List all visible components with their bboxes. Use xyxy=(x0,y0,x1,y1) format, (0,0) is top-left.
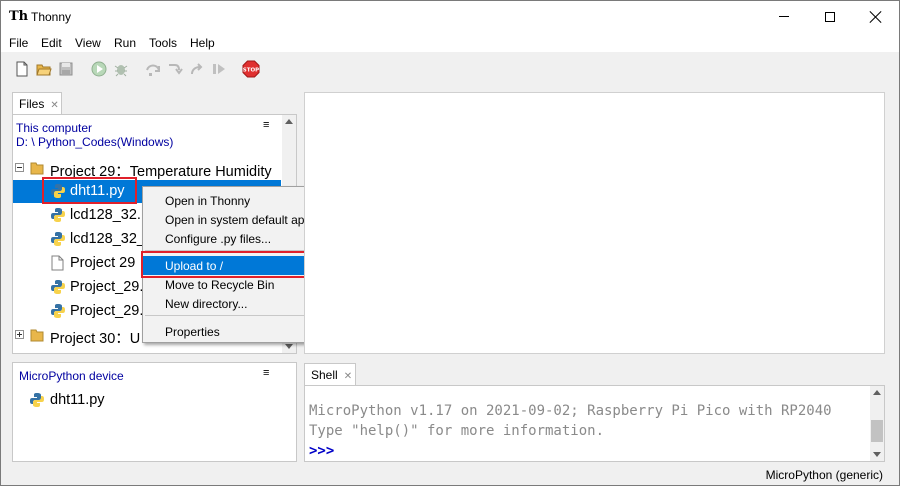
ctx-open-system-default[interactable]: Open in system default app xyxy=(143,210,329,229)
menu-run[interactable]: Run xyxy=(114,36,136,50)
menu-edit[interactable]: Edit xyxy=(41,36,62,50)
thonny-app-icon: Th xyxy=(9,9,29,24)
document-icon xyxy=(51,255,64,271)
menu-bar: File Edit View Run Tools Help xyxy=(1,32,899,52)
menu-help[interactable]: Help xyxy=(190,36,215,50)
scroll-up-icon[interactable] xyxy=(873,390,881,395)
python-file-icon xyxy=(51,208,65,222)
device-file-dht11[interactable]: dht11.py xyxy=(13,389,273,412)
tab-files-label: Files xyxy=(19,97,45,111)
collapse-icon[interactable] xyxy=(15,163,24,172)
tree-item-label: lcd128_32. xyxy=(70,207,141,223)
shell-scrollbar[interactable] xyxy=(870,386,884,461)
tab-files[interactable]: Files ✕ xyxy=(12,92,62,114)
tab-close-icon[interactable]: ✕ xyxy=(50,100,58,111)
expand-icon[interactable] xyxy=(15,330,24,339)
status-bar: MicroPython (generic) xyxy=(1,464,899,485)
python-file-icon xyxy=(51,232,65,246)
shell-output-line: Type "help()" for more information. xyxy=(309,423,605,439)
scroll-thumb[interactable] xyxy=(871,420,883,442)
run-icon[interactable] xyxy=(91,61,107,77)
tab-shell-label: Shell xyxy=(311,368,338,382)
python-file-icon xyxy=(51,280,65,294)
thonny-window: Th Thonny File Edit View Run Tools Help xyxy=(0,0,900,486)
minimize-icon xyxy=(779,16,789,17)
device-file-label: dht11.py xyxy=(50,392,105,408)
menu-tools[interactable]: Tools xyxy=(149,36,177,50)
location-label: This computer xyxy=(16,121,93,135)
open-folder-icon[interactable] xyxy=(36,61,52,77)
resume-icon[interactable] xyxy=(211,61,227,77)
ctx-separator xyxy=(145,315,327,316)
tree-item-label: Project 29 xyxy=(70,255,136,271)
toolbar: STOP xyxy=(1,52,899,86)
code-editor[interactable] xyxy=(304,92,885,354)
close-button[interactable] xyxy=(853,1,899,32)
tab-shell[interactable]: Shell ✕ xyxy=(304,363,356,385)
shell-output-line: MicroPython v1.17 on 2021-09-02; Raspber… xyxy=(309,403,832,419)
minimize-button[interactable] xyxy=(761,1,807,32)
interpreter-status[interactable]: MicroPython (generic) xyxy=(766,468,883,482)
python-file-icon xyxy=(30,393,44,407)
scroll-down-button[interactable] xyxy=(870,448,884,461)
step-out-icon[interactable] xyxy=(189,61,205,77)
tree-item-label: Project_29. xyxy=(70,279,144,295)
maximize-button[interactable] xyxy=(807,1,853,32)
tab-close-icon[interactable]: ✕ xyxy=(344,371,352,382)
tree-item-label: Project 30：U xyxy=(50,331,141,347)
scroll-down-icon xyxy=(285,344,293,349)
maximize-icon xyxy=(825,11,835,22)
device-pane-title: MicroPython device xyxy=(19,369,124,383)
window-title: Thonny xyxy=(31,10,72,24)
current-path[interactable]: D: \ Python_Codes(Windows) xyxy=(16,135,173,149)
scroll-up-icon[interactable] xyxy=(285,119,293,124)
micropython-device-pane: MicroPython device ≡ dht11.py xyxy=(12,362,297,462)
step-into-icon[interactable] xyxy=(167,61,183,77)
python-file-icon xyxy=(51,304,65,318)
debug-icon[interactable] xyxy=(113,61,129,77)
folder-icon xyxy=(30,162,44,175)
new-file-icon[interactable] xyxy=(14,61,30,77)
title-bar: Th Thonny xyxy=(1,1,899,32)
menu-file[interactable]: File xyxy=(9,36,28,50)
menu-view[interactable]: View xyxy=(75,36,101,50)
close-icon xyxy=(870,11,882,23)
highlight-box-upload xyxy=(141,251,330,278)
ctx-new-directory[interactable]: New directory... xyxy=(143,294,329,313)
device-pane-menu-icon[interactable]: ≡ xyxy=(263,367,269,379)
stop-icon[interactable]: STOP xyxy=(242,60,260,78)
tree-item-label: lcd128_32_ xyxy=(70,231,145,247)
tree-item-label: Project_29. xyxy=(70,303,144,319)
step-over-icon[interactable] xyxy=(145,61,161,77)
stop-icon-label: STOP xyxy=(243,68,259,74)
shell-prompt: >>> xyxy=(309,443,335,459)
ctx-properties[interactable]: Properties xyxy=(143,322,329,341)
ctx-configure-py-files[interactable]: Configure .py files... xyxy=(143,229,329,248)
scroll-down-icon xyxy=(873,452,881,457)
highlight-box-dht11 xyxy=(42,177,137,204)
ctx-open-in-thonny[interactable]: Open in Thonny xyxy=(143,191,329,210)
folder-icon xyxy=(30,329,44,342)
shell-pane[interactable]: MicroPython v1.17 on 2021-09-02; Raspber… xyxy=(304,385,885,462)
save-icon[interactable] xyxy=(58,61,74,77)
pane-menu-icon[interactable]: ≡ xyxy=(263,119,269,131)
